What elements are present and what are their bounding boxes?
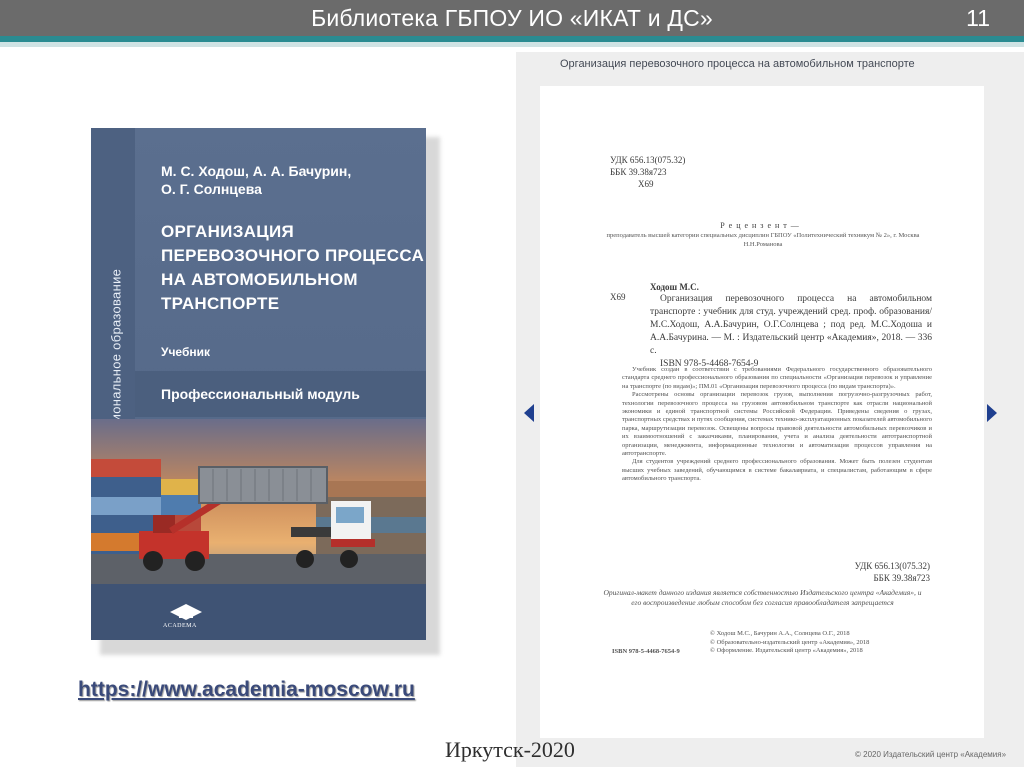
- book-cover: Профессиональное образование М. С. Ходош…: [91, 128, 426, 640]
- cover-module: Профессиональный модуль: [161, 386, 360, 402]
- cover-title-line1: ОРГАНИЗАЦИЯ: [161, 222, 294, 241]
- cover-title-line2: ПЕРЕВОЗОЧНОГО ПРОЦЕССА: [161, 246, 425, 265]
- page-title: Библиотека ГБПОУ ИО «ИКАТ и ДС»: [311, 5, 713, 31]
- reviewer-body: преподаватель высшей категории специальн…: [606, 232, 920, 248]
- code-line: Х69: [638, 179, 654, 189]
- abstract-para-2: Рассмотрены основы организации перевозок…: [622, 391, 932, 458]
- bibliographic-text: Организация перевозочного процесса на ав…: [650, 294, 932, 356]
- book-abstract: Учебник создан в соответствии с требован…: [622, 366, 932, 484]
- cover-authors-line2: О. Г. Солнцева: [161, 181, 262, 197]
- cover-book-type: Учебник: [161, 345, 210, 359]
- udk-code: УДК 656.13(075.32): [854, 561, 930, 571]
- book-author: Ходош М.С.: [650, 282, 699, 292]
- classification-codes: УДК 656.13(075.32) ББК 39.38я723: [830, 560, 930, 584]
- cover-publisher: ACADEMA: [163, 623, 197, 629]
- cover-title: ОРГАНИЗАЦИЯ ПЕРЕВОЗОЧНОГО ПРОЦЕССА НА АВ…: [161, 220, 426, 316]
- cover-bottom-band: [91, 584, 426, 640]
- academia-logo-icon: [170, 604, 202, 620]
- slide-number: 11: [966, 5, 990, 31]
- udk-block: УДК 656.13(075.32) ББК 39.38я723 Х69: [610, 154, 685, 190]
- copyright-line-1: © Ходош М.С., Бачурин А.А., Солнцева О.Г…: [710, 630, 850, 637]
- publisher-link[interactable]: https://www.academia-moscow.ru: [78, 678, 415, 702]
- copyright-line-2: © Образовательно-издательский центр «Ака…: [710, 638, 870, 646]
- copyright-lines: © Ходош М.С., Бачурин А.А., Солнцева О.Г…: [710, 630, 869, 656]
- header-accent-line-light: [0, 42, 1024, 47]
- udk-line: УДК 656.13(075.32): [610, 155, 686, 165]
- next-page-arrow-icon[interactable]: [987, 404, 997, 422]
- reviewer-title: Р е ц е н з е н т —: [720, 221, 800, 230]
- abstract-para-1: Учебник создан в соответствии с требован…: [622, 366, 932, 390]
- bibliographic-record: Организация перевозочного процесса на ав…: [650, 293, 932, 371]
- isbn-bottom: ISBN 978-5-4468-7654-9: [612, 648, 680, 655]
- viewer-copyright: © 2020 Издательский центр «Академия»: [855, 750, 1007, 759]
- bbk-code: ББК 39.38я723: [873, 573, 930, 583]
- book-code: Х69: [610, 292, 626, 302]
- copyright-notice: Оригинал-макет данного издания является …: [603, 588, 922, 607]
- copyright-line-3: © Оформление. Издательский центр «Академ…: [710, 647, 863, 654]
- prev-page-arrow-icon[interactable]: [524, 404, 534, 422]
- cover-title-line3: НА АВТОМОБИЛЬНОМ ТРАНСПОРТЕ: [161, 270, 358, 313]
- bbk-line: ББК 39.38я723: [610, 167, 667, 177]
- cover-photo: [91, 419, 426, 584]
- abstract-para-3: Для студентов учреждений среднего профес…: [622, 458, 932, 483]
- footer-city: Иркутск-2020: [445, 737, 575, 762]
- cover-authors: М. С. Ходош, А. А. Бачурин, О. Г. Солнце…: [161, 162, 351, 198]
- cover-authors-line1: М. С. Ходош, А. А. Бачурин,: [161, 163, 352, 179]
- document-header: Организация перевозочного процесса на ав…: [560, 58, 915, 70]
